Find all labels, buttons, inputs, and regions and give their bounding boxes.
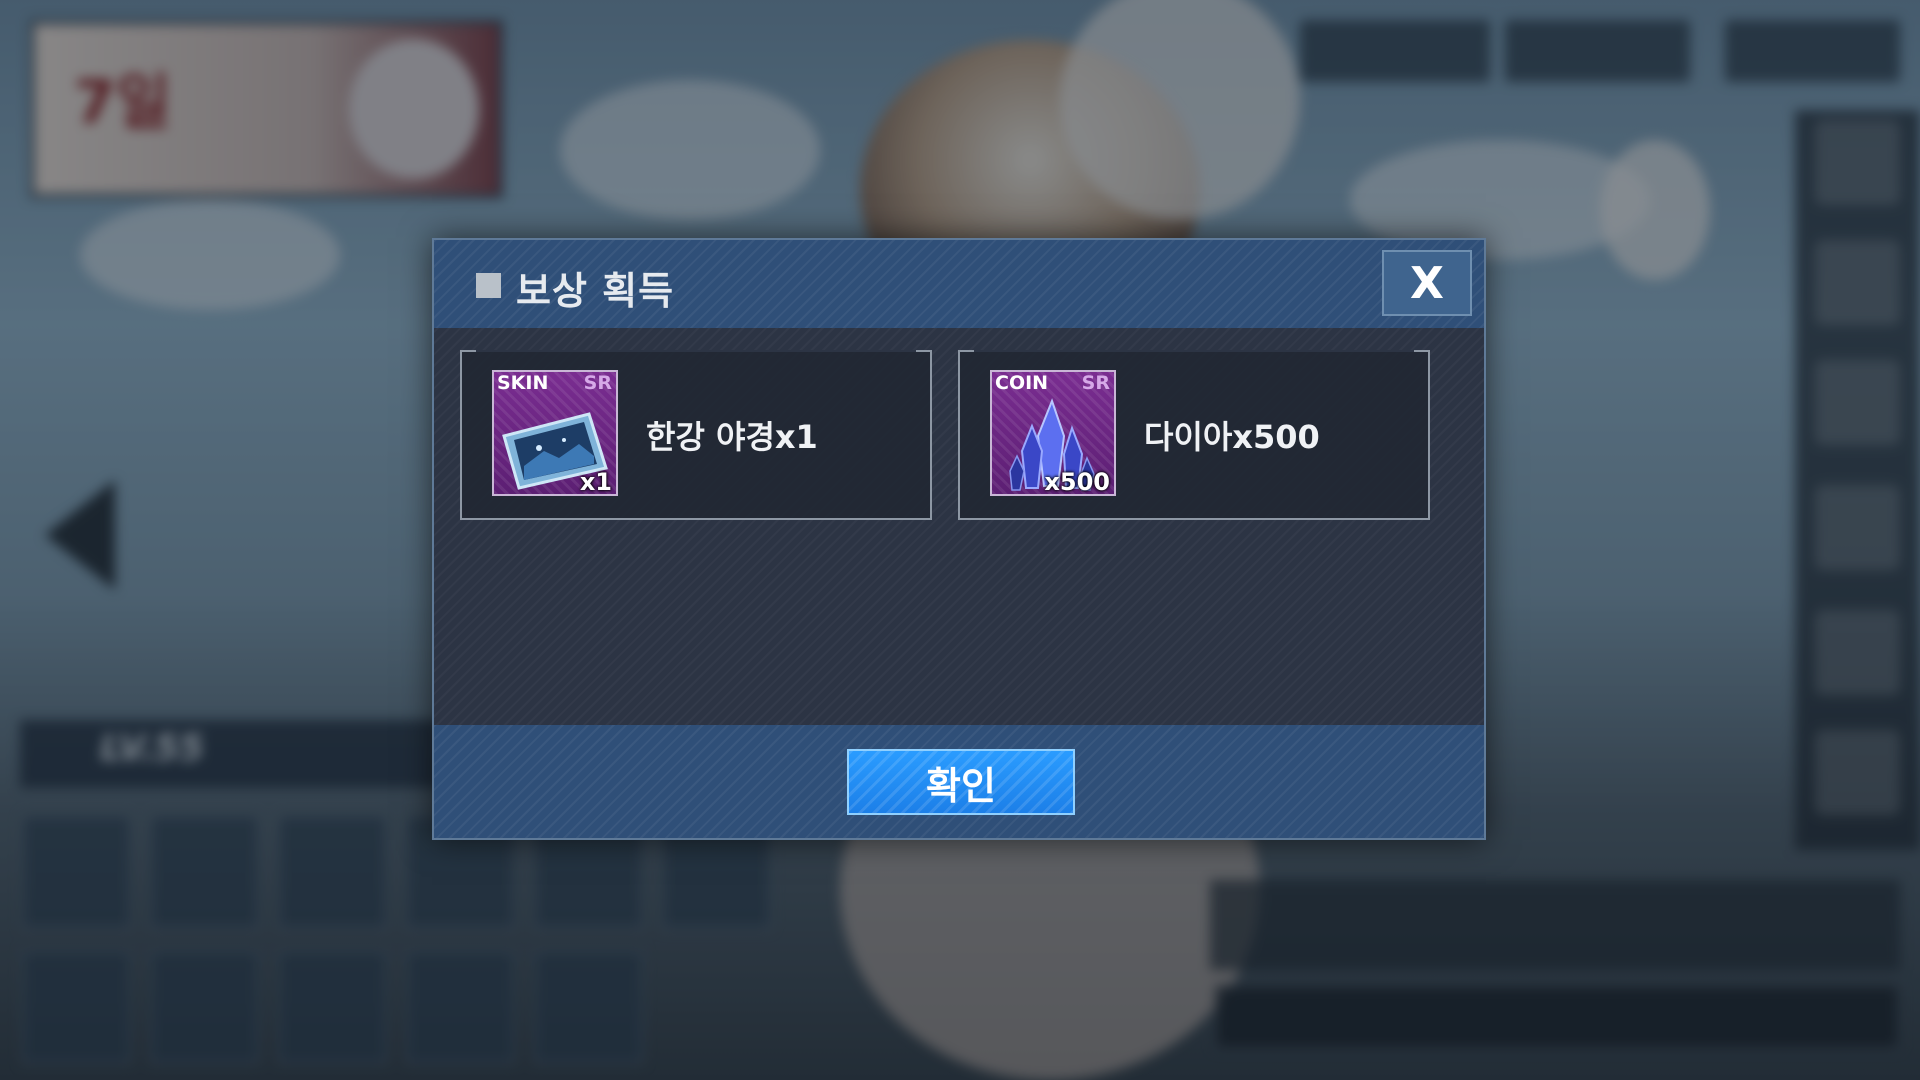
square-bullet-icon: [476, 273, 501, 298]
reward-dialog: 보상 획득 X SKIN SR x1 한강 야경x1 COIN SR x500 …: [432, 238, 1486, 840]
dialog-header: 보상 획득 X: [434, 240, 1484, 328]
reward-name: 한강 야경x1: [646, 418, 818, 456]
reward-name: 다이아x500: [1144, 418, 1320, 456]
item-quantity-label: x500: [1044, 468, 1110, 496]
item-type-label: SKIN: [497, 372, 549, 394]
confirm-button[interactable]: 확인: [847, 749, 1075, 815]
reward-item-icon[interactable]: SKIN SR x1: [492, 370, 618, 496]
item-type-label: COIN: [995, 372, 1049, 394]
dialog-title: 보상 획득: [516, 269, 675, 313]
item-rarity-label: SR: [583, 372, 612, 394]
reward-item-icon[interactable]: COIN SR x500: [990, 370, 1116, 496]
item-rarity-label: SR: [1081, 372, 1110, 394]
reward-card: COIN SR x500 다이아x500: [958, 350, 1430, 520]
close-button[interactable]: X: [1382, 250, 1472, 316]
dialog-footer: 확인: [434, 725, 1484, 838]
item-quantity-label: x1: [579, 468, 612, 496]
reward-card: SKIN SR x1 한강 야경x1: [460, 350, 932, 520]
